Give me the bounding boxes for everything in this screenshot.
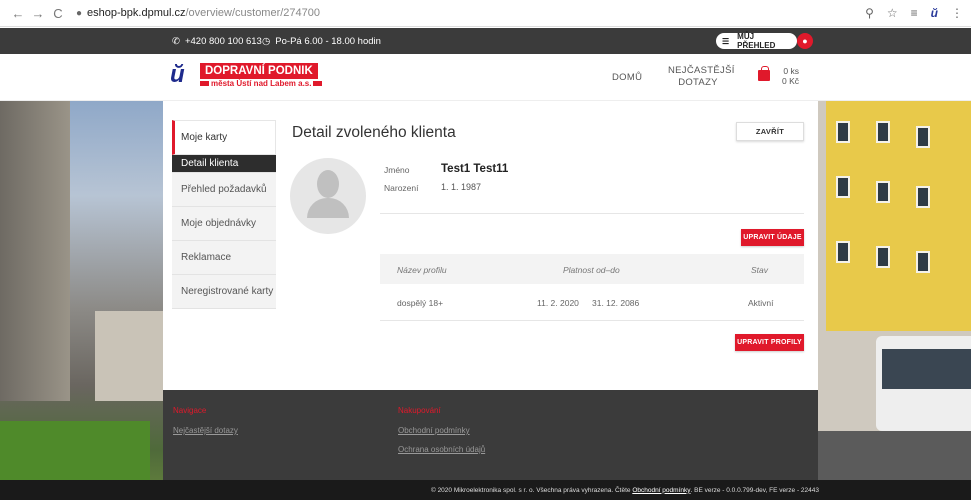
- avatar-head-icon: [317, 170, 339, 198]
- close-button[interactable]: ZAVŘÍT: [736, 122, 804, 141]
- zoom-icon[interactable]: ⚲: [865, 6, 874, 20]
- logo-subtitle: města Ústí nad Labem a.s.: [200, 79, 323, 88]
- list-icon: ☰: [722, 36, 730, 46]
- phone-info: ✆ +420 800 100 613: [172, 36, 262, 47]
- window-shape: [836, 121, 850, 143]
- window-shape: [836, 176, 850, 198]
- menu-icon[interactable]: ⋮: [951, 6, 963, 20]
- edit-details-button[interactable]: UPRAVIT ÚDAJE: [741, 229, 804, 246]
- grass-shape: [0, 421, 150, 480]
- name-label: Jméno: [384, 165, 410, 175]
- page-title: Detail zvoleného klienta: [292, 124, 456, 141]
- phone-icon: ✆: [172, 35, 180, 47]
- window-shape: [876, 121, 890, 143]
- column-header-status: Stav: [751, 265, 769, 275]
- footer-shop-heading: Nakupování: [398, 406, 441, 415]
- account-sidebar: Moje karty Detail klienta Přehled požada…: [172, 120, 276, 309]
- copyright-terms-link[interactable]: Obchodní podmínky: [632, 487, 690, 494]
- forward-icon[interactable]: →: [28, 6, 48, 21]
- window-shape: [876, 246, 890, 268]
- my-overview-label: MŮJ PŘEHLED: [737, 32, 776, 50]
- column-header-profile: Název profilu: [397, 265, 447, 275]
- profiles-table-header: Název profilu Platnost od–do Stav: [380, 254, 804, 284]
- cart-count: 0 ks: [783, 66, 799, 76]
- name-value: Test1 Test11: [441, 163, 509, 175]
- status-cell: Aktivní: [748, 298, 774, 308]
- background-photo-left: [0, 101, 163, 480]
- hours-text: Po-Pá 6.00 - 18.00 hodin: [275, 35, 381, 47]
- window-shape: [916, 126, 930, 148]
- footer-nav-heading: Navigace: [173, 406, 207, 415]
- extension-icon[interactable]: ŭ: [931, 6, 938, 20]
- window-shape: [916, 186, 930, 208]
- address-bar[interactable]: ● eshop-bpk.dpmul.cz/overview/customer/2…: [76, 3, 320, 23]
- avatar: [290, 158, 366, 234]
- valid-to-cell: 31. 12. 2086: [592, 298, 640, 308]
- my-overview-button[interactable]: ☰ MŮJ PŘEHLED: [716, 32, 797, 50]
- cart-icon[interactable]: [758, 66, 770, 81]
- avatar-body-icon: [307, 198, 349, 218]
- cart-summary[interactable]: 0 ks 0 Kč: [777, 66, 799, 86]
- footer-link-terms[interactable]: Obchodní podmínky: [398, 426, 470, 435]
- nav-faq-line2: DOTAZY: [678, 77, 718, 88]
- valid-from-cell: 11. 2. 2020: [537, 298, 579, 308]
- opening-hours: ◷ Po-Pá 6.00 - 18.00 hodin: [262, 36, 381, 47]
- nav-home-link[interactable]: DOMŮ: [612, 72, 642, 83]
- building-shape: [95, 311, 163, 401]
- footer-link-privacy[interactable]: Ochrana osobních údajů: [398, 445, 485, 454]
- sidebar-item-my-cards[interactable]: Moje karty: [172, 120, 276, 155]
- star-icon[interactable]: ☆: [887, 6, 898, 20]
- street-shape: [818, 431, 971, 480]
- logo-icon[interactable]: ŭ: [170, 61, 198, 89]
- sidebar-item-client-detail[interactable]: Detail klienta: [172, 155, 276, 173]
- site-footer: Navigace Nejčastější dotazy Nakupování O…: [163, 390, 818, 480]
- bus-window-shape: [882, 349, 971, 389]
- edit-profiles-button[interactable]: UPRAVIT PROFILY: [735, 334, 804, 351]
- playlist-icon[interactable]: ≡: [911, 6, 918, 20]
- back-icon[interactable]: ←: [8, 6, 28, 21]
- sidebar-item-unregistered-cards[interactable]: Neregistrované karty: [172, 275, 276, 309]
- sidebar-item-complaints[interactable]: Reklamace: [172, 241, 276, 275]
- window-shape: [836, 241, 850, 263]
- nav-faq-link[interactable]: NEJČASTĚJŠÍ DOTAZY: [668, 65, 735, 89]
- profile-name-cell: dospělý 18+: [397, 298, 444, 308]
- section-divider: [380, 213, 804, 214]
- building-shape: [0, 101, 70, 401]
- table-divider: [380, 320, 804, 321]
- user-icon[interactable]: ●: [797, 33, 813, 49]
- logo-bar-icon: [313, 81, 323, 86]
- clock-icon: ◷: [262, 35, 271, 47]
- copyright-text: © 2020 Mikroelektronika spol. s r. o. Vš…: [430, 486, 631, 494]
- column-header-validity: Platnost od–do: [563, 265, 620, 275]
- logo-title[interactable]: DOPRAVNÍ PODNIK: [200, 63, 318, 79]
- lock-icon: ●: [76, 7, 83, 19]
- url-path: /overview/customer/274700: [185, 7, 321, 19]
- url-host: eshop-bpk.dpmul.cz: [87, 7, 186, 19]
- contact-bar: ✆ +420 800 100 613 ◷ Po-Pá 6.00 - 18.00 …: [0, 28, 971, 54]
- site-header: ŭ DOPRAVNÍ PODNIK města Ústí nad Labem a…: [0, 54, 971, 101]
- cart-total: 0 Kč: [781, 76, 799, 86]
- window-shape: [876, 181, 890, 203]
- copyright-bar: © 2020 Mikroelektronika spol. s r. o. Vš…: [0, 480, 971, 500]
- footer-link-faq[interactable]: Nejčastější dotazy: [173, 426, 238, 435]
- version-text: . BE verze - 0.0.0.799-dev, FE verze - 2…: [690, 486, 820, 494]
- sidebar-item-requests[interactable]: Přehled požadavků: [172, 173, 276, 207]
- birth-value: 1. 1. 1987: [441, 182, 482, 192]
- phone-number[interactable]: +420 800 100 613: [185, 36, 262, 47]
- logo-subtitle-text: města Ústí nad Labem a.s.: [211, 79, 312, 88]
- reload-icon[interactable]: C: [48, 6, 68, 21]
- nav-faq-line1: NEJČASTĚJŠÍ: [668, 65, 735, 76]
- background-photo-right: [818, 101, 971, 480]
- sidebar-item-orders[interactable]: Moje objednávky: [172, 207, 276, 241]
- logo-bar-icon: [200, 81, 209, 86]
- birth-label: Narození: [384, 183, 419, 193]
- browser-toolbar: ← → C ● eshop-bpk.dpmul.cz/overview/cust…: [0, 0, 971, 27]
- window-shape: [916, 251, 930, 273]
- browser-actions: ⚲ ☆ ≡ ŭ ⋮: [865, 6, 963, 20]
